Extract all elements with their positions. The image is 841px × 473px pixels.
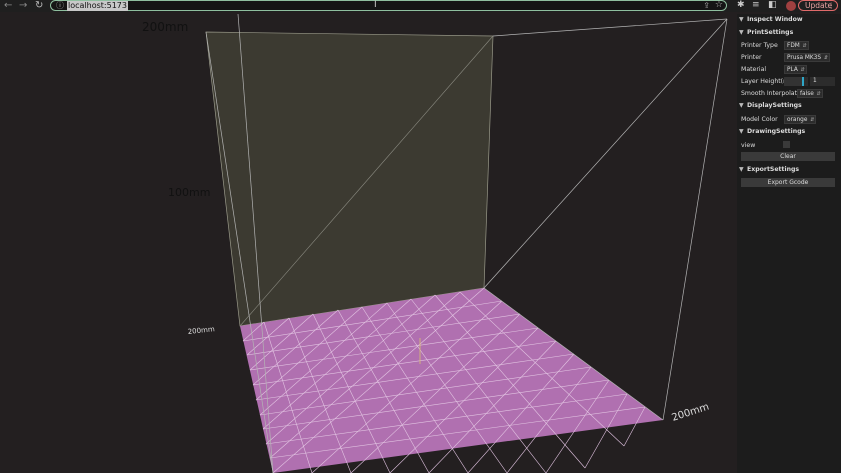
- sidebar-icon[interactable]: ◧: [768, 0, 777, 11]
- view-label: view: [741, 142, 756, 149]
- label-mid-height: 100mm: [168, 186, 210, 199]
- print-settings-title: PrintSettings: [747, 29, 794, 36]
- export-settings-title: ExportSettings: [747, 166, 800, 173]
- forward-icon[interactable]: →: [19, 0, 27, 12]
- layer-height-input[interactable]: 1: [810, 77, 835, 86]
- text-cursor-icon: I: [374, 0, 377, 10]
- clear-button[interactable]: Clear: [741, 152, 835, 161]
- url-text[interactable]: localhost:5173: [67, 1, 128, 11]
- export-gcode-button[interactable]: Export Gcode: [741, 178, 835, 187]
- update-button[interactable]: Update ⋮: [798, 0, 838, 11]
- back-icon[interactable]: ←: [4, 0, 12, 12]
- menu-dots-icon[interactable]: ⋮: [828, 1, 836, 10]
- inspect-window-header[interactable]: ▼ Inspect Window: [739, 15, 837, 25]
- export-settings-header[interactable]: ▼ ExportSettings: [739, 165, 837, 175]
- select-arrows-icon: ⇵: [816, 91, 821, 97]
- model-color-label: Model Color: [741, 116, 778, 123]
- chevron-down-icon: ▼: [739, 102, 744, 109]
- media-icon[interactable]: ≡: [752, 0, 760, 11]
- model-color-value: orange: [787, 117, 808, 123]
- select-arrows-icon: ⇵: [823, 55, 829, 61]
- material-value: PLA: [787, 67, 798, 73]
- printer-type-value: FDM: [787, 43, 800, 49]
- bookmark-star-icon[interactable]: ☆: [715, 0, 723, 11]
- extensions-icon[interactable]: ✱: [737, 0, 745, 11]
- address-bar[interactable]: ⓘ localhost:5173 I ⇪ ☆: [50, 0, 727, 11]
- chevron-down-icon: ▼: [739, 29, 744, 36]
- printer-type-select[interactable]: FDM ⇵: [784, 41, 809, 50]
- material-label: Material: [741, 66, 767, 73]
- back-wall: [205, 31, 494, 327]
- slider-fill: [784, 77, 802, 86]
- drawing-settings-header[interactable]: ▼ DrawingSettings: [739, 127, 837, 137]
- browser-toolbar: ← → ↻ ⓘ localhost:5173 I ⇪ ☆ ✱ ≡ ◧ Updat…: [0, 0, 841, 12]
- material-select[interactable]: PLA ⇵: [784, 65, 807, 74]
- select-arrows-icon: ⇵: [800, 67, 805, 73]
- display-settings-header[interactable]: ▼ DisplaySettings: [739, 101, 837, 111]
- chevron-down-icon: ▼: [739, 16, 744, 23]
- select-arrows-icon: ⇵: [802, 43, 807, 49]
- model-color-select[interactable]: orange ⇵: [784, 115, 817, 124]
- chevron-down-icon: ▼: [739, 128, 744, 135]
- label-top-height: 200mm: [142, 20, 188, 34]
- smooth-interpolation-select[interactable]: false ⇵: [797, 89, 823, 98]
- view-checkbox[interactable]: [783, 141, 790, 148]
- smooth-interpolation-value: false: [800, 91, 814, 97]
- share-icon[interactable]: ⇪: [703, 1, 710, 11]
- select-arrows-icon: ⇵: [810, 117, 815, 123]
- reload-icon[interactable]: ↻: [35, 0, 43, 12]
- avatar[interactable]: [786, 1, 796, 11]
- chevron-down-icon: ▼: [739, 166, 744, 173]
- printer-value: Prusa MK3S: [787, 55, 822, 61]
- drawing-settings-title: DrawingSettings: [747, 128, 806, 135]
- printer-select[interactable]: Prusa MK3S ⇵: [784, 53, 831, 62]
- printer-type-label: Printer Type: [741, 42, 778, 49]
- print-settings-header[interactable]: ▼ PrintSettings: [739, 28, 837, 38]
- slider-handle[interactable]: [802, 77, 804, 86]
- 3d-viewport[interactable]: 200mm 100mm 200mm 200mm: [0, 12, 841, 473]
- site-info-icon[interactable]: ⓘ: [56, 1, 64, 11]
- display-settings-title: DisplaySettings: [747, 102, 802, 109]
- layer-height-slider[interactable]: [784, 77, 808, 86]
- inspect-panel: ▼ Inspect Window ▼ PrintSettings Printer T…: [737, 14, 841, 473]
- inspect-window-title: Inspect Window: [747, 16, 803, 23]
- printer-label: Printer: [741, 54, 762, 61]
